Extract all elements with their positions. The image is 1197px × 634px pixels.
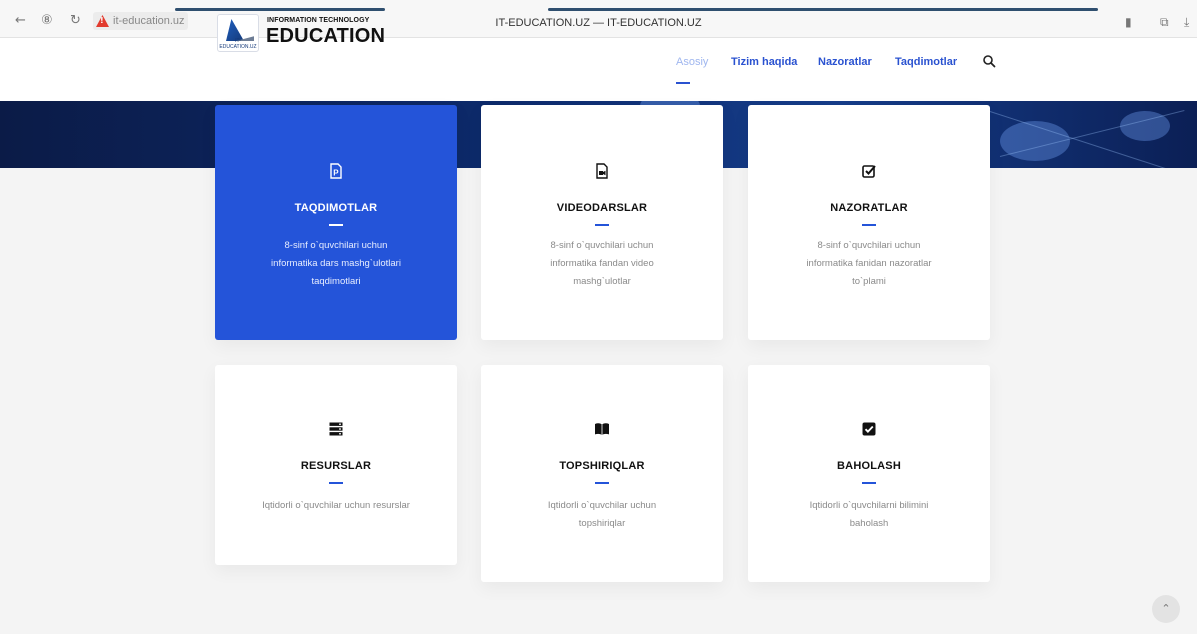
card-description: Iqtidorli o`quvchilar uchun topshiriqlar bbox=[547, 500, 657, 529]
card-title: TOPSHIRIQLAR bbox=[559, 460, 645, 472]
checked-box-icon bbox=[862, 165, 876, 178]
search-icon[interactable] bbox=[982, 54, 996, 68]
card-baholash[interactable]: BAHOLASH Iqtidorli o`quvchilarni bilimin… bbox=[748, 365, 990, 582]
filled-check-icon bbox=[862, 422, 876, 436]
logo-small-text: INFORMATION TECHNOLOGY bbox=[267, 17, 370, 24]
download-icon[interactable]: ⤓ bbox=[1184, 15, 1189, 30]
card-divider bbox=[329, 482, 343, 484]
card-description: 8-sinf o`quvchilari uchun informatika fan… bbox=[806, 240, 932, 287]
card-description: Iqtidorli o`quvchilarni bilimini baholash bbox=[809, 500, 929, 529]
site-header bbox=[0, 38, 1197, 101]
card-divider bbox=[862, 224, 876, 226]
extensions-icon[interactable]: ⧉ bbox=[1160, 15, 1169, 30]
browser-toolbar: ← ⑧ ↻ it-education.uz IT-EDUCATION.UZ — … bbox=[0, 0, 1197, 38]
svg-text:P: P bbox=[333, 169, 339, 178]
chevron-up-icon: ⌃ bbox=[1161, 602, 1171, 615]
logo-tag: IT-EDUCATION.UZ bbox=[219, 38, 257, 50]
card-title: RESURSLAR bbox=[300, 460, 372, 472]
presentation-file-icon: P bbox=[330, 163, 342, 179]
tab-indicator bbox=[175, 8, 385, 11]
logo-big-text: EDUCATION bbox=[266, 25, 386, 47]
card-description: 8-sinf o`quvchilari uchun informatika dar… bbox=[271, 240, 401, 287]
card-divider bbox=[595, 224, 609, 226]
card-videodarslar[interactable]: VIDEODARSLAR 8-sinf o`quvchilari uchun in… bbox=[481, 105, 723, 340]
open-book-icon bbox=[595, 423, 609, 435]
card-resurslar[interactable]: RESURSLAR Iqtidorli o`quvchilar uchun re… bbox=[215, 365, 457, 565]
server-stack-icon bbox=[329, 422, 343, 436]
card-divider bbox=[862, 482, 876, 484]
tab-indicator-2 bbox=[548, 8, 1098, 11]
site-logo[interactable]: IT-EDUCATION.UZ INFORMATION TECHNOLOGY E… bbox=[217, 14, 386, 54]
card-description: Iqtidorli o`quvchilar uchun resurslar bbox=[262, 500, 410, 511]
card-title: BAHOLASH bbox=[837, 460, 901, 472]
card-title: NAZORATLAR bbox=[830, 202, 908, 214]
card-topshiriqlar[interactable]: TOPSHIRIQLAR Iqtidorli o`quvchilar uchun… bbox=[481, 365, 723, 582]
nav-taqdimotlar[interactable]: Taqdimotlar bbox=[895, 56, 957, 68]
nav-active-indicator bbox=[676, 82, 690, 84]
bookmark-icon[interactable]: ▮ bbox=[1125, 15, 1132, 29]
scroll-to-top-button[interactable]: ⌃ bbox=[1152, 595, 1180, 623]
video-file-icon bbox=[596, 163, 608, 179]
card-title: TAQDIMOTLAR bbox=[294, 202, 378, 214]
card-nazoratlar[interactable]: NAZORATLAR 8-sinf o`quvchilari uchun info… bbox=[748, 105, 990, 340]
nav-tizim-haqida[interactable]: Tizim haqida bbox=[731, 56, 797, 68]
window-title: IT-EDUCATION.UZ — IT-EDUCATION.UZ bbox=[495, 17, 702, 29]
nav-asosiy[interactable]: Asosiy bbox=[676, 56, 708, 68]
nav-nazoratlar[interactable]: Nazoratlar bbox=[818, 56, 872, 68]
card-divider bbox=[329, 224, 343, 226]
card-taqdimotlar[interactable]: P TAQDIMOTLAR 8-sinf o`quvchilari uchun i… bbox=[215, 105, 457, 340]
card-divider bbox=[595, 482, 609, 484]
logo-mark-icon: IT-EDUCATION.UZ bbox=[217, 14, 259, 52]
card-title: VIDEODARSLAR bbox=[556, 202, 648, 214]
card-description: 8-sinf o`quvchilari uchun informatika fan… bbox=[550, 240, 654, 287]
